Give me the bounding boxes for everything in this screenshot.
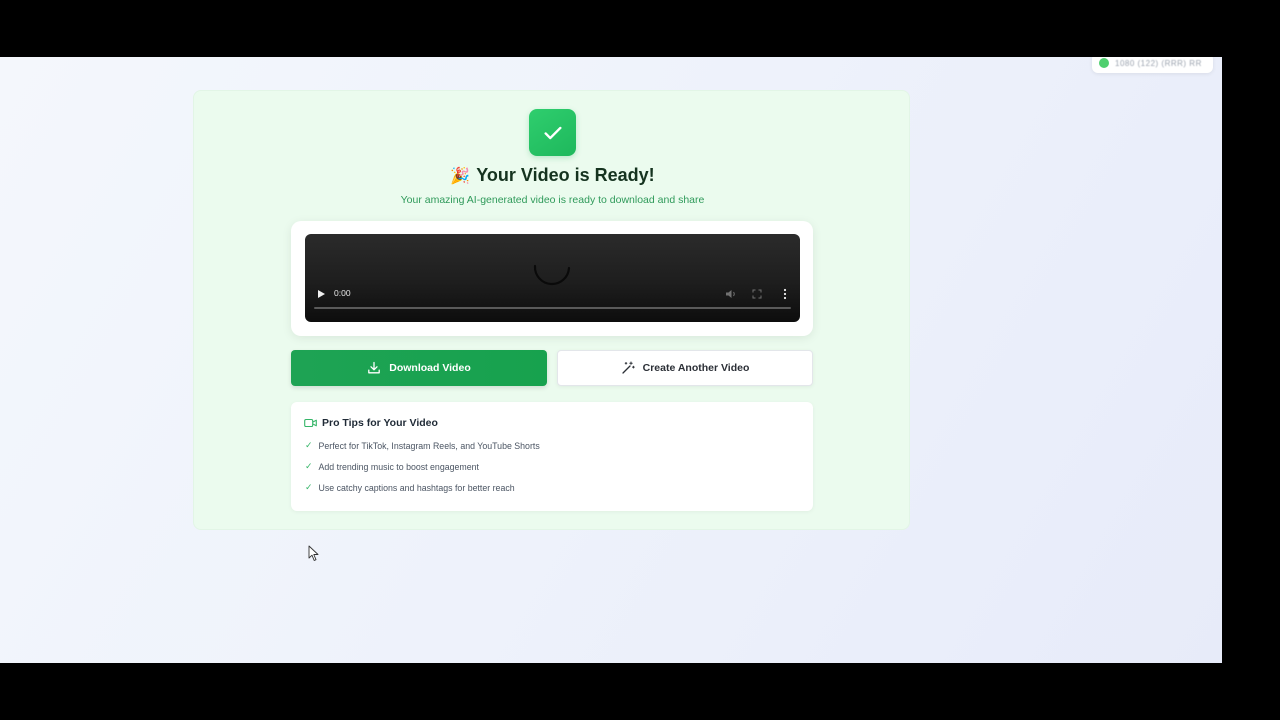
pro-tips-header: Pro Tips for Your Video (304, 417, 438, 429)
party-popper-icon: 🎉 (450, 168, 471, 185)
app-screen: 1080 (122) (RRR) RR 🎉 Your Video is Ready… (0, 57, 1222, 663)
download-video-button[interactable]: Download Video (291, 350, 547, 386)
tip-text: Add trending music to boost engagement (318, 461, 479, 472)
tip-text: Perfect for TikTok, Instagram Reels, and… (318, 440, 540, 451)
download-icon (368, 361, 381, 374)
success-title-row: 🎉 Your Video is Ready! (194, 165, 911, 186)
pro-tips-title: Pro Tips for Your Video (322, 417, 438, 429)
more-options-icon[interactable] (782, 287, 788, 301)
tip-item: ✓ Add trending music to boost engagement (305, 461, 479, 472)
page-subtitle: Your amazing AI-generated video is ready… (400, 194, 705, 206)
create-another-video-button[interactable]: Create Another Video (557, 350, 813, 386)
pro-tips-panel: Pro Tips for Your Video ✓ Perfect for Ti… (291, 402, 813, 511)
status-text: 1080 (122) (RRR) RR (1115, 58, 1202, 68)
video-progress-bar[interactable] (314, 307, 791, 309)
success-check-icon (529, 109, 576, 156)
video-camera-icon (304, 418, 317, 428)
video-container: 0:00 (291, 221, 813, 336)
tip-item: ✓ Use catchy captions and hashtags for b… (305, 482, 515, 493)
loading-spinner-icon (533, 264, 571, 286)
tip-text: Use catchy captions and hashtags for bet… (318, 482, 515, 493)
page-title: Your Video is Ready! (476, 165, 655, 185)
check-icon: ✓ (305, 482, 313, 492)
download-video-label: Download Video (389, 362, 471, 374)
volume-icon[interactable] (725, 289, 737, 299)
status-dot (1099, 58, 1109, 68)
video-player[interactable]: 0:00 (305, 234, 800, 322)
video-time: 0:00 (334, 288, 351, 298)
create-another-video-label: Create Another Video (642, 362, 750, 374)
fullscreen-icon[interactable] (752, 289, 762, 299)
check-icon: ✓ (305, 461, 313, 471)
success-card: 🎉 Your Video is Ready! Your amazing AI-ge… (193, 90, 910, 530)
mouse-cursor-icon (308, 545, 319, 561)
play-icon[interactable] (315, 288, 327, 300)
check-icon: ✓ (305, 440, 313, 450)
tip-item: ✓ Perfect for TikTok, Instagram Reels, a… (305, 440, 540, 451)
magic-wand-icon (621, 361, 635, 374)
status-indicator: 1080 (122) (RRR) RR (1092, 57, 1213, 73)
